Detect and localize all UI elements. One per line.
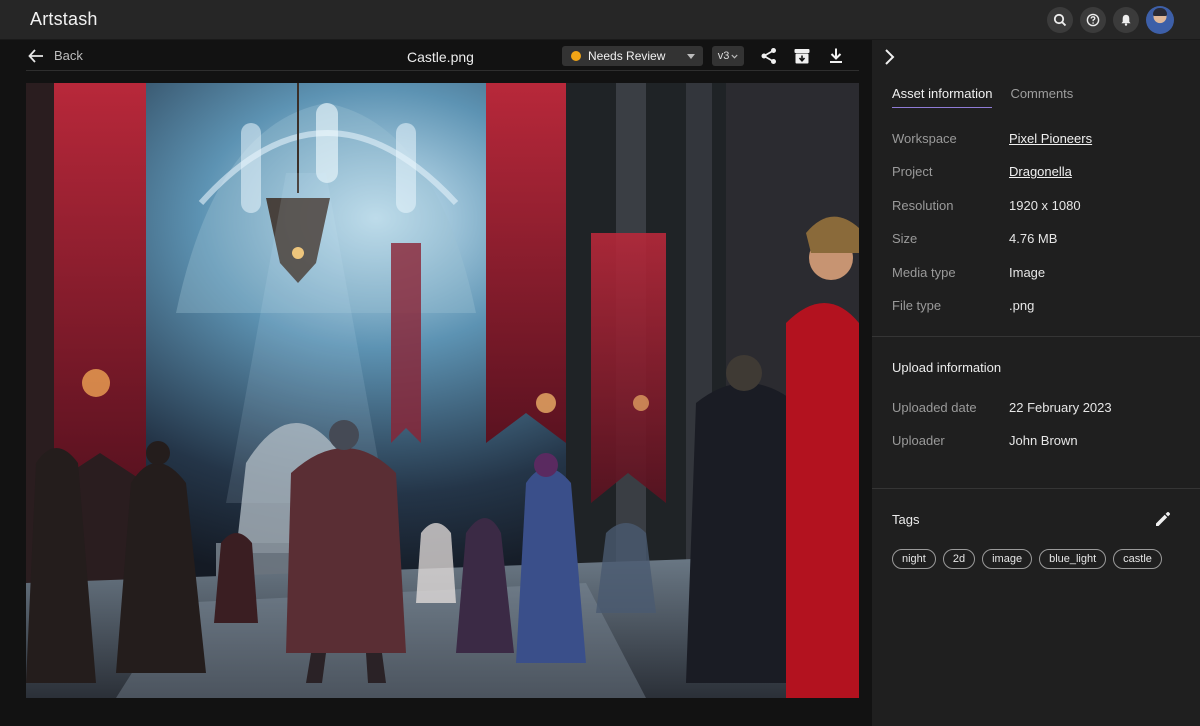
status-dropdown[interactable]: Needs Review	[562, 46, 703, 66]
section-divider	[872, 488, 1200, 489]
tab-asset-information[interactable]: Asset information	[892, 86, 993, 108]
archive-icon[interactable]	[793, 47, 811, 65]
tab-comments[interactable]: Comments	[1010, 86, 1073, 108]
arrow-left-icon	[28, 48, 43, 63]
back-label: Back	[54, 48, 83, 63]
top-bar: Artstash	[0, 0, 1200, 40]
app-title[interactable]: Artstash	[30, 9, 98, 30]
chevron-down-icon	[731, 54, 738, 59]
top-icons	[1047, 6, 1174, 34]
info-key: Resolution	[892, 197, 954, 213]
tag-chip[interactable]: 2d	[942, 549, 976, 569]
status-label: Needs Review	[588, 49, 666, 63]
file-name: Castle.png	[407, 49, 474, 65]
status-dot	[571, 51, 581, 61]
tag-chip[interactable]: night	[892, 549, 936, 569]
tag-chip[interactable]: blue_light	[1039, 549, 1107, 569]
tag-list: night 2d image blue_light castle	[892, 549, 1162, 569]
version-dropdown[interactable]: v3	[712, 46, 744, 66]
tag-chip[interactable]: castle	[1113, 549, 1162, 569]
info-key: Uploader	[892, 433, 945, 449]
workspace-link[interactable]: Pixel Pioneers	[1009, 131, 1092, 164]
info-value: John Brown	[1009, 433, 1078, 449]
info-row-size: Size 4.76 MB	[892, 231, 1182, 264]
info-row-file-type: File type .png	[892, 298, 1182, 331]
collapse-panel-button[interactable]	[882, 48, 896, 71]
info-row-uploader: Uploader John Brown	[892, 433, 1182, 466]
section-divider	[872, 336, 1200, 337]
panel-tabs: Asset information Comments	[892, 86, 1073, 108]
tags-section-title: Tags	[892, 512, 920, 527]
asset-details-panel: Asset information Comments Workspace Pix…	[872, 40, 1200, 726]
pencil-icon	[1156, 511, 1171, 526]
info-row-workspace: Workspace Pixel Pioneers	[892, 131, 1182, 164]
upload-info-list: Uploaded date 22 February 2023 Uploader …	[892, 400, 1182, 467]
info-value: Image	[1009, 264, 1046, 280]
info-value: .png	[1009, 297, 1035, 313]
info-key: Media type	[892, 264, 956, 280]
version-label: v3	[717, 50, 730, 62]
info-value: 1920 x 1080	[1009, 197, 1081, 213]
info-row-media-type: Media type Image	[892, 265, 1182, 298]
search-icon[interactable]	[1047, 7, 1073, 33]
info-row-resolution: Resolution 1920 x 1080	[892, 198, 1182, 231]
back-button[interactable]: Back	[28, 48, 83, 63]
bell-icon[interactable]	[1113, 7, 1139, 33]
edit-tags-button[interactable]	[1154, 510, 1172, 533]
help-icon[interactable]	[1080, 7, 1106, 33]
castle-artwork	[26, 83, 859, 698]
info-row-project: Project Dragonella	[892, 164, 1182, 197]
tag-chip[interactable]: image	[982, 549, 1033, 569]
upload-section-title: Upload information	[892, 360, 1002, 375]
download-icon[interactable]	[827, 47, 845, 65]
info-value: 4.76 MB	[1009, 231, 1058, 247]
info-value: 22 February 2023	[1009, 400, 1112, 415]
user-avatar[interactable]	[1146, 6, 1174, 34]
viewer-toolbar: Back Castle.png Needs Review v3	[26, 40, 859, 71]
asset-preview-image[interactable]	[26, 83, 859, 698]
chevron-down-icon	[687, 54, 695, 59]
info-key: Uploaded date	[892, 400, 977, 415]
info-key: File type	[892, 297, 942, 313]
chevron-right-icon	[885, 49, 895, 65]
asset-info-list: Workspace Pixel Pioneers Project Dragone…	[892, 131, 1182, 331]
project-link[interactable]: Dragonella	[1009, 164, 1072, 197]
info-key: Workspace	[892, 131, 957, 146]
info-key: Project	[892, 164, 933, 180]
info-row-uploaded-date: Uploaded date 22 February 2023	[892, 400, 1182, 433]
share-icon[interactable]	[760, 47, 778, 65]
info-key: Size	[892, 231, 918, 247]
